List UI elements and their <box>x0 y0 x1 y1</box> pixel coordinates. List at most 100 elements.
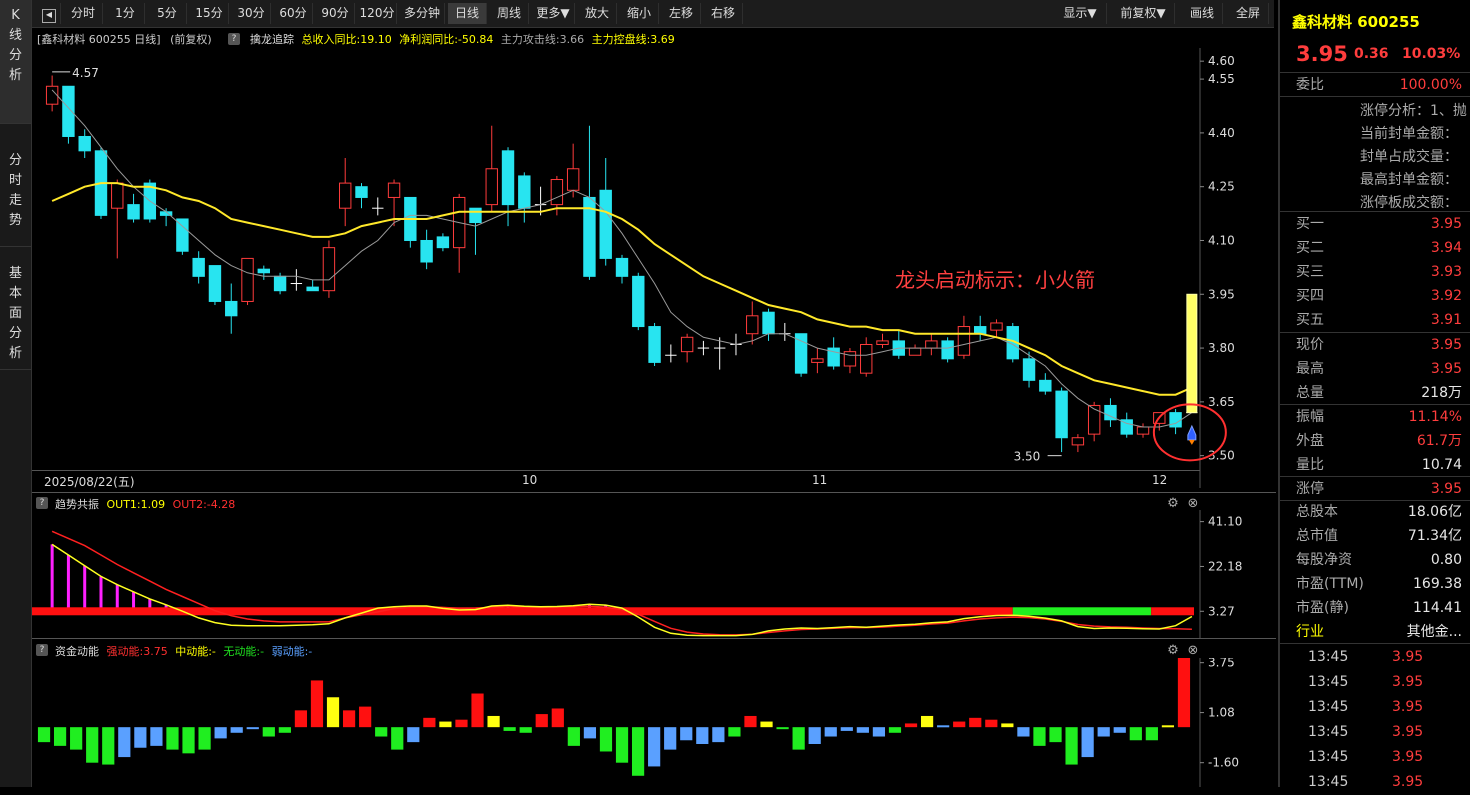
fund-row: 总股本 18.06亿 <box>1280 500 1470 524</box>
panel3-close-icon[interactable]: ⊗ <box>1186 644 1200 658</box>
display-menu-button[interactable]: 显示▼ <box>1054 3 1107 24</box>
p3-bar <box>407 727 420 743</box>
p3-bar <box>230 727 243 733</box>
panel2-gear-icon[interactable]: ⚙ <box>1166 497 1180 511</box>
indicator-name[interactable]: 擒龙追踪 <box>250 33 294 46</box>
period-button-3[interactable]: 15分 <box>190 3 229 24</box>
fund-label: 总股本 <box>1296 504 1338 520</box>
p3-bar <box>342 710 356 728</box>
p3-bar <box>182 727 195 754</box>
tick-price: 3.95 <box>1392 674 1424 690</box>
tick-row: 13:45 3.95 <box>1280 695 1470 720</box>
p3-bar <box>760 721 773 728</box>
fund-row: 市盈(静) 114.41 <box>1280 596 1470 620</box>
p3-bar <box>1161 725 1175 728</box>
limit-analysis-row: 封单占成交量： <box>1360 149 1458 165</box>
tick-time: 13:45 <box>1308 649 1349 665</box>
trend-resonance-chart[interactable]: 41.10 22.18 3.27 <box>32 510 1276 638</box>
candle-body <box>273 275 287 292</box>
period-button-15[interactable]: 右移 <box>704 3 743 24</box>
adjust-label: (前复权) <box>170 33 212 46</box>
weibi-value: 100.00% <box>1399 77 1462 93</box>
tab-fundamentals[interactable]: 基本面分析 <box>0 248 31 370</box>
collapse-left-button[interactable]: ◀ <box>38 3 61 24</box>
period-button-0[interactable]: 分时 <box>64 3 103 24</box>
candle-body <box>680 336 694 353</box>
start-date-label: 2025/08/22(五) <box>44 475 135 489</box>
panel3-header: 资金动能 强动能:3.75 中动能:- 无动能:- 弱动能:- <box>55 643 312 659</box>
tab-intraday[interactable]: 分时走势 <box>0 125 31 247</box>
panel2-close-icon[interactable]: ⊗ <box>1186 497 1200 511</box>
candle-body <box>860 343 873 374</box>
quote-row: 现价 3.95 <box>1280 333 1470 357</box>
fullscreen-button[interactable]: 全屏 <box>1228 3 1269 24</box>
period-button-1[interactable]: 1分 <box>106 3 145 24</box>
main-chart-header: [鑫科材料 600255 日线] (前复权) <box>37 31 212 47</box>
tick-price: 3.95 <box>1392 749 1424 765</box>
period-button-8[interactable]: 多分钟 <box>400 3 445 24</box>
candle-body <box>436 236 450 249</box>
limit-analysis-row: 最高封单金额： <box>1360 172 1458 188</box>
period-button-10[interactable]: 周线 <box>490 3 529 24</box>
price-tick-label: 3.50 <box>1208 449 1235 463</box>
p3-bar <box>856 727 869 733</box>
buy-row[interactable]: 买一 3.95 <box>1280 212 1470 236</box>
p3-bar <box>1017 727 1030 737</box>
p3-bar <box>728 727 741 737</box>
p3-bar <box>1113 727 1126 733</box>
period-button-9[interactable]: 日线 <box>448 3 487 24</box>
period-button-5[interactable]: 60分 <box>274 3 313 24</box>
period-button-11[interactable]: 更多▼ <box>532 3 575 24</box>
period-button-13[interactable]: 缩小 <box>620 3 659 24</box>
weibi-label: 委比 <box>1296 77 1324 93</box>
period-button-14[interactable]: 左移 <box>662 3 701 24</box>
panel2-help-icon[interactable]: ? <box>36 497 48 509</box>
candle-body <box>257 268 271 274</box>
p3-bar <box>1049 727 1062 743</box>
industry-row[interactable]: 行业 其他金... <box>1280 620 1470 644</box>
period-button-12[interactable]: 放大 <box>578 3 617 24</box>
draw-line-button[interactable]: 画线 <box>1182 3 1223 24</box>
candle-body <box>355 186 368 198</box>
tab-kline-analysis[interactable]: K线分析 <box>0 0 31 124</box>
fund-label: 每股净资 <box>1296 552 1352 568</box>
buy-row[interactable]: 买三 3.93 <box>1280 260 1470 284</box>
buy-value: 3.93 <box>1430 264 1462 280</box>
candle-body <box>1022 358 1036 381</box>
candle <box>648 322 661 366</box>
buy-label: 买五 <box>1296 312 1324 328</box>
fund-momentum-chart[interactable]: 3.75 1.08 -1.60 <box>32 658 1276 787</box>
limit-analysis-row: 涨停分析：1、抛 <box>1360 103 1467 119</box>
p3-bar <box>680 727 693 741</box>
panel3-gear-icon[interactable]: ⚙ <box>1166 644 1180 658</box>
price-change-pct: 10.03% <box>1402 46 1461 62</box>
fund-label: 市盈(TTM) <box>1296 576 1364 592</box>
tick-row: 13:45 3.95 <box>1280 645 1470 670</box>
buy-row[interactable]: 买五 3.91 <box>1280 308 1470 332</box>
stat-label: 外盘 <box>1296 433 1324 449</box>
p3-bar <box>1097 727 1110 737</box>
weibi-row: 委比 100.00% <box>1280 73 1470 97</box>
buy-row[interactable]: 买二 3.94 <box>1280 236 1470 260</box>
limit-up-row: 涨停 3.95 <box>1280 477 1470 501</box>
price-change: 0.36 <box>1354 46 1389 62</box>
stock-period-label: [鑫科材料 600255 日线] <box>37 33 161 46</box>
quote-value: 218万 <box>1421 385 1462 401</box>
fund-value: 0.80 <box>1430 552 1462 568</box>
tick-price: 3.95 <box>1392 649 1424 665</box>
period-button-2[interactable]: 5分 <box>148 3 187 24</box>
candle <box>322 240 336 298</box>
candle-body <box>208 265 222 302</box>
buy-row[interactable]: 买四 3.92 <box>1280 284 1470 308</box>
p3-bar <box>615 727 629 763</box>
help-icon[interactable]: ? <box>228 33 240 45</box>
candle-body <box>925 340 938 349</box>
period-button-4[interactable]: 30分 <box>232 3 271 24</box>
period-button-6[interactable]: 90分 <box>316 3 355 24</box>
adjust-menu-button[interactable]: 前复权▼ <box>1112 3 1175 24</box>
panel3-help-icon[interactable]: ? <box>36 644 48 656</box>
period-button-7[interactable]: 120分 <box>358 3 397 24</box>
stat-value: 11.14% <box>1408 409 1462 425</box>
panel3-name[interactable]: 资金动能 <box>55 645 99 658</box>
p3-bar <box>953 721 966 728</box>
